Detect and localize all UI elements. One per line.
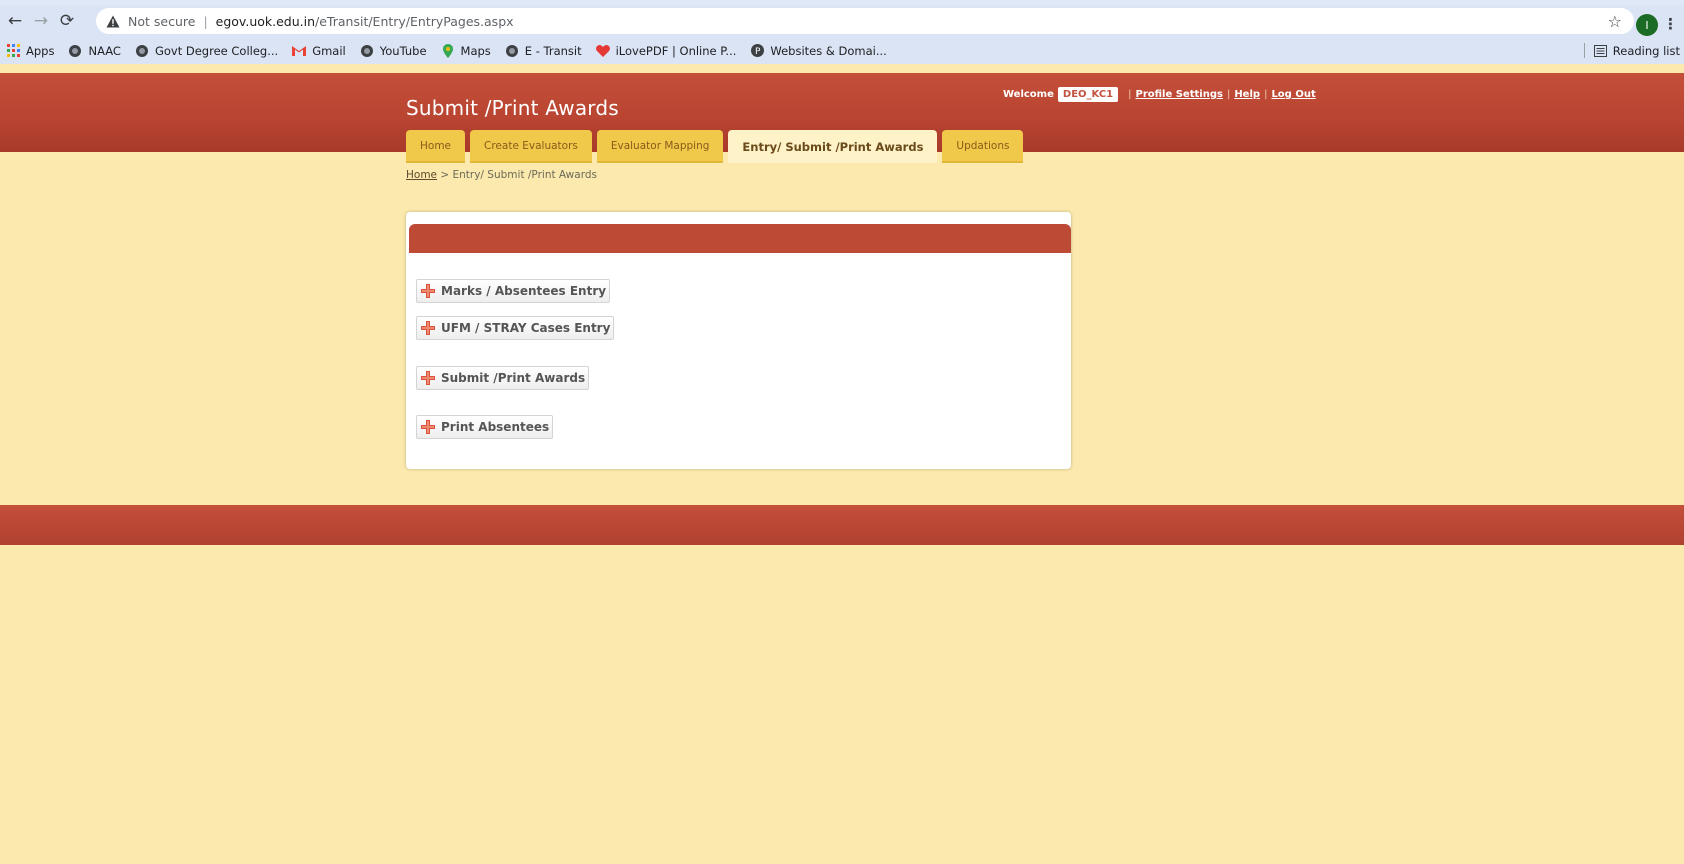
bookmark-naac[interactable]: NAAC (68, 43, 121, 58)
p-circle-icon: P (750, 44, 764, 58)
bookmark-label: Apps (26, 43, 55, 58)
tab-home[interactable]: Home (406, 130, 466, 163)
entry-button-label: UFM / STRAY Cases Entry (441, 321, 611, 335)
bookmark-websites-domains[interactable]: P Websites & Domai... (750, 43, 887, 58)
globe-icon (505, 44, 519, 58)
page-title: Submit /Print Awards (406, 96, 619, 120)
user-welcome-area: Welcome DEO_KC1 | Profile Settings | Hel… (1003, 85, 1316, 103)
bookmark-label: E - Transit (524, 43, 582, 58)
main-tabs: Home Create Evaluators Evaluator Mapping… (406, 130, 1028, 163)
help-link[interactable]: Help (1234, 89, 1260, 100)
browser-toolbar: ← → ⟳ Not secure | egov.uok.edu.in /eTra… (0, 5, 1684, 37)
reload-icon[interactable]: ⟳ (54, 8, 80, 34)
submit-print-awards-button[interactable]: Submit /Print Awards (416, 366, 590, 390)
marks-absentees-entry-button[interactable]: Marks / Absentees Entry (416, 279, 611, 303)
link-separator: | (1226, 88, 1231, 100)
bookmark-label: NAAC (88, 43, 121, 58)
profile-avatar[interactable]: I (1636, 14, 1658, 36)
breadcrumb-home-link[interactable]: Home (406, 169, 437, 181)
globe-icon (360, 44, 374, 58)
bookmark-maps[interactable]: Maps (441, 43, 491, 58)
breadcrumb: Home > Entry/ Submit /Print Awards (406, 169, 597, 181)
breadcrumb-separator: > (437, 169, 453, 181)
bookmark-govt-degree-college[interactable]: Govt Degree Colleg... (135, 44, 278, 58)
breadcrumb-current: Entry/ Submit /Print Awards (452, 169, 597, 181)
back-arrow-icon[interactable]: ← (2, 8, 28, 34)
address-separator: | (203, 13, 208, 29)
bookmark-label: Websites & Domai... (770, 43, 887, 58)
link-separator: | (1264, 88, 1268, 100)
bookmark-star-icon[interactable]: ☆ (1608, 12, 1622, 31)
reading-list-button[interactable]: Reading list (1583, 37, 1680, 64)
print-absentees-button[interactable]: Print Absentees (416, 415, 554, 439)
gmail-icon (292, 44, 307, 58)
footer-band (0, 505, 1684, 545)
tab-entry-submit-print-awards[interactable]: Entry/ Submit /Print Awards (728, 130, 938, 163)
bookmark-label: Gmail (312, 43, 346, 58)
bookmarks-bar: Apps NAAC Govt Degree Colleg... Gmail Yo… (0, 37, 1684, 64)
bookmark-e-transit[interactable]: E - Transit (505, 44, 582, 58)
logout-link[interactable]: Log Out (1271, 89, 1315, 100)
profile-settings-link[interactable]: Profile Settings (1136, 89, 1223, 100)
entry-button-label: Print Absentees (441, 420, 550, 434)
page-top-spacer (0, 64, 1684, 73)
username-badge: DEO_KC1 (1057, 86, 1119, 102)
plus-icon (421, 284, 435, 298)
browser-menu-icon[interactable]: ⋮ (1663, 15, 1678, 33)
ufm-stray-cases-entry-button[interactable]: UFM / STRAY Cases Entry (416, 316, 615, 340)
bookmark-label: Govt Degree Colleg... (154, 43, 279, 58)
bookmark-youtube[interactable]: YouTube (360, 44, 427, 58)
bookmark-gmail[interactable]: Gmail (292, 44, 346, 58)
bookmark-label: iLovePDF | Online P... (615, 43, 737, 58)
security-status: Not secure (128, 13, 196, 29)
entry-button-label: Marks / Absentees Entry (441, 284, 607, 298)
welcome-label: Welcome (1003, 88, 1054, 100)
maps-pin-icon (441, 43, 455, 58)
bookmark-apps[interactable]: Apps (6, 44, 54, 58)
panel-header-bar (409, 224, 1071, 253)
entry-panel: Marks / Absentees Entry UFM / STRAY Case… (406, 212, 1071, 469)
apps-grid-icon (6, 44, 20, 58)
address-bar[interactable]: Not secure | egov.uok.edu.in /eTransit/E… (96, 8, 1634, 34)
tab-create-evaluators[interactable]: Create Evaluators (470, 130, 592, 163)
plus-icon (421, 321, 435, 335)
tab-updations[interactable]: Updations (942, 130, 1024, 163)
forward-arrow-icon[interactable]: → (28, 8, 54, 34)
ilovepdf-heart-icon (595, 44, 610, 58)
reading-list-icon (1593, 44, 1607, 57)
reading-list-label: Reading list (1612, 43, 1680, 58)
warning-triangle-icon[interactable] (106, 15, 122, 28)
globe-icon (135, 44, 149, 58)
bookmark-label: Maps (460, 43, 491, 58)
url-path: /eTransit/Entry/EntryPages.aspx (315, 13, 514, 29)
url-host: egov.uok.edu.in (215, 13, 316, 29)
tab-evaluator-mapping[interactable]: Evaluator Mapping (596, 130, 724, 163)
globe-icon (68, 44, 82, 58)
plus-icon (421, 420, 435, 434)
link-separator: | (1128, 88, 1132, 100)
entry-button-label: Submit /Print Awards (441, 371, 586, 385)
bookmark-ilovepdf[interactable]: iLovePDF | Online P... (595, 43, 737, 58)
bookmark-label: YouTube (379, 43, 427, 58)
svg-text:P: P (755, 47, 761, 57)
plus-icon (421, 371, 435, 385)
